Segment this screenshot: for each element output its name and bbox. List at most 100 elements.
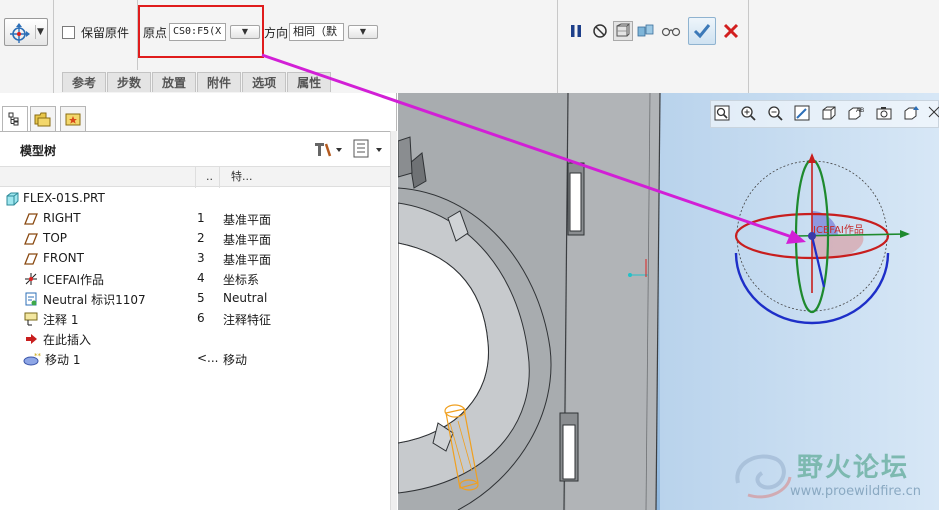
datum-plane-icon [24,252,38,266]
apply-button[interactable] [688,17,716,45]
tree-item-type: 坐标系 [223,273,260,287]
model-tree-title: 模型树 [20,144,57,158]
tab-placement[interactable]: 放置 [152,72,197,92]
tree-row-move[interactable]: ** 移动 1 <... 移动 [0,349,390,369]
tree-item-label: 注释 1 [43,313,79,327]
direction-dropdown-button[interactable]: ▼ [348,25,378,39]
zoom-in-icon [741,106,756,121]
tree-item-type: 基准平面 [223,233,272,247]
csys-toggle-icon [928,106,939,118]
csys-display-button[interactable] [927,103,939,123]
tab-steps[interactable]: 步数 [107,72,152,92]
toolbar-divider [748,0,749,93]
tree-row-neutral[interactable]: Neutral 标识1107 5 Neutral [0,289,390,309]
tree-column-header: .. 特... [0,166,392,188]
watermark-url: www.proewildfire.cn [790,484,921,499]
tab-favorites[interactable] [60,106,86,132]
tree-row-insert-here[interactable]: 在此插入 [0,329,390,349]
highlight-box [138,5,264,58]
tree-item-number: <... [197,351,219,365]
tree-item-number: 6 [197,311,205,325]
display-style-icon [822,106,836,120]
repaint-button[interactable] [792,103,812,123]
pause-icon [571,25,581,37]
refit-button[interactable] [712,103,732,123]
tree-item-type: 移动 [223,353,248,367]
direction-field[interactable]: 相同（默 [289,23,344,41]
column-header-feature[interactable]: 特... [231,167,253,186]
panel-divider [0,131,392,132]
close-icon [723,23,739,39]
zoom-in-button[interactable] [738,103,758,123]
tree-item-number: 3 [197,251,205,265]
tab-folder-browser[interactable] [30,106,56,132]
keep-original-checkbox[interactable] [62,26,75,39]
tree-item-label: FRONT [43,251,84,265]
no-preview-icon [593,24,607,38]
tree-show-button[interactable] [353,139,385,159]
svg-text:AB: AB [856,107,864,114]
glasses-button[interactable] [661,21,681,41]
chevron-down-icon[interactable]: ▼ [35,25,45,39]
preview-button[interactable] [613,21,633,41]
tab-model-tree[interactable] [2,106,28,132]
view-manager-button[interactable] [874,103,894,123]
tree-row-top[interactable]: TOP 2 基准平面 [0,229,390,249]
pause-button[interactable] [566,21,586,41]
toolbar-divider [557,0,558,93]
note-icon [24,312,38,326]
tree-item-label: ICEFAI作品 [43,273,105,287]
checkmark-icon [693,24,711,39]
tab-references[interactable]: 参考 [62,72,107,92]
tree-row-part[interactable]: FLEX-01S.PRT [0,189,390,209]
tree-item-type: Neutral [223,291,268,305]
neutral-icon [24,292,38,306]
tree-item-number: 4 [197,271,205,285]
tree-item-number: 1 [197,211,205,225]
tree-row-right[interactable]: RIGHT 1 基准平面 [0,209,390,229]
panel-scrollbar[interactable] [390,131,397,510]
move-type-button[interactable]: ▼ [4,18,48,46]
csys-icon [24,272,38,286]
datum-display-icon [904,106,919,120]
repaint-icon [794,105,810,121]
column-header-dots[interactable]: .. [195,167,220,188]
dashboard-tabs: 参考 步数 放置 附件 选项 属性 [62,72,332,92]
svg-text:**: ** [34,352,42,360]
model-tree-icon [8,112,19,126]
tree-row-note[interactable]: 注释 1 6 注释特征 [0,309,390,329]
move-csys-icon [9,22,31,44]
saved-views-button[interactable]: AB [846,103,866,123]
tree-settings-button[interactable] [312,140,342,158]
direction-label: 方向 [264,26,289,40]
favorites-icon [65,113,81,126]
move-dashboard: ▼ 保留原件 原点 CS0:F5(X ▼ 方向 相同（默 ▼ 参考 步数 放置 … [0,0,939,93]
verify-button[interactable] [636,21,656,41]
cancel-button[interactable] [721,21,741,41]
no-preview-button[interactable] [590,21,610,41]
tree-row-csys[interactable]: ICEFAI作品 4 坐标系 [0,269,390,289]
datum-plane-icon [24,232,38,246]
saved-views-icon: AB [848,107,864,120]
tab-attachments[interactable]: 附件 [197,72,242,92]
tree-item-type: 基准平面 [223,213,272,227]
zoom-out-button[interactable] [765,103,785,123]
refit-icon [714,105,730,121]
tab-properties[interactable]: 属性 [287,72,332,92]
tree-row-front[interactable]: FRONT 3 基准平面 [0,249,390,269]
tree-item-label: 移动 1 [45,353,81,367]
tools-icon [315,143,342,157]
part-icon [5,192,19,206]
watermark-swirl-icon [735,454,792,499]
tree-item-label: TOP [43,231,68,245]
tree-item-number: 2 [197,231,205,245]
csys-label: ICEFAI作品 [813,225,864,236]
datum-plane-icon [24,212,38,226]
list-icon [353,139,382,158]
tree-item-label: FLEX-01S.PRT [23,191,105,205]
display-style-button[interactable] [819,103,839,123]
folder-icon [34,112,51,127]
datum-display-button[interactable] [901,103,921,123]
tab-options[interactable]: 选项 [242,72,287,92]
preview-glasses-icon [616,23,631,37]
